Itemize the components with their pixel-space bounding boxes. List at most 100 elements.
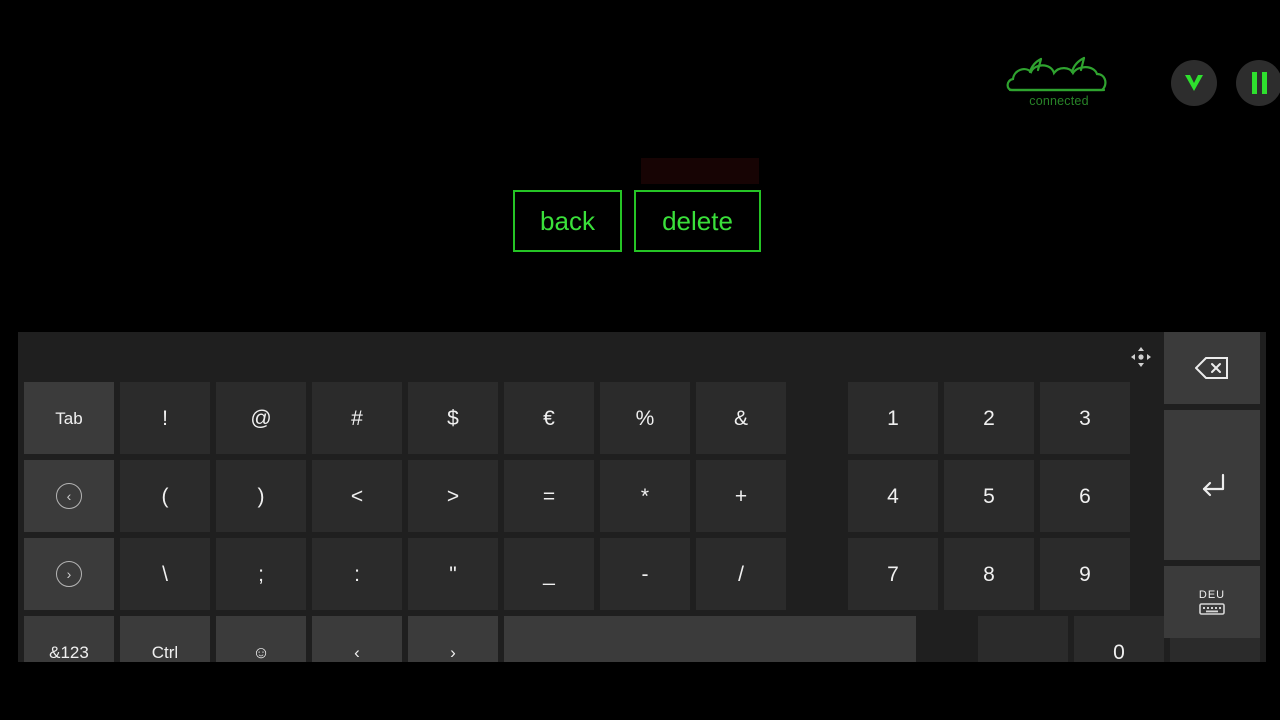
key-label: Ctrl — [151, 642, 179, 662]
chevron-left-circle-icon[interactable]: ‹ — [24, 460, 114, 532]
language-key-label: DEU — [1198, 589, 1226, 601]
key-label: 2 — [983, 406, 995, 430]
key-%[interactable]: % — [600, 382, 690, 454]
key-label: * — [640, 484, 650, 508]
enter-icon — [1202, 473, 1225, 497]
cloud-icon — [1006, 56, 1107, 92]
pause-icon — [1251, 72, 1267, 94]
sync-button[interactable] — [1171, 60, 1217, 106]
download-chevron-icon — [1185, 75, 1203, 91]
key-\[interactable]: \ — [120, 538, 210, 610]
pause-button[interactable] — [1236, 60, 1280, 106]
key-label: = — [542, 484, 556, 508]
key-label: / — [738, 562, 744, 586]
key-Tab[interactable]: Tab — [24, 382, 114, 454]
key-:[interactable]: : — [312, 538, 402, 610]
key-([interactable]: ( — [120, 460, 210, 532]
key-label: % — [635, 406, 655, 430]
key-label: 0 — [1113, 640, 1125, 664]
key-row: ‹ () < > = * +4 5 6 — [24, 460, 1260, 532]
back-button-label: back — [540, 205, 595, 236]
key-$[interactable]: $ — [408, 382, 498, 454]
numpad-key-6[interactable]: 6 — [1040, 460, 1130, 532]
numpad-key-7[interactable]: 7 — [848, 538, 938, 610]
key-label: - — [641, 562, 649, 586]
backspace-icon — [1195, 357, 1228, 379]
key-row: Tab! @ # $ €% & 1 2 3 — [24, 382, 1260, 454]
status-area: connected back delete — [0, 0, 1280, 330]
key-label: ! — [162, 406, 168, 430]
key-*[interactable]: * — [600, 460, 690, 532]
key-label: 8 — [983, 562, 995, 586]
key-label: \ — [162, 562, 168, 586]
key-@[interactable]: @ — [216, 382, 306, 454]
key-label: 3 — [1079, 406, 1091, 430]
keyboard-key-area: Tab! @ # $ €% & 1 2 3 ‹() < > = * +4 5 6 › \;: " _ -/7 8 9 &123 C… — [18, 382, 1266, 688]
cloud-status-label: connected — [1029, 94, 1089, 108]
chevron-right-circle-icon[interactable]: › — [24, 538, 114, 610]
key-"[interactable]: " — [408, 538, 498, 610]
key-label: : — [354, 562, 360, 586]
numpad-key-9[interactable]: 9 — [1040, 538, 1130, 610]
key-label: &123 — [49, 642, 89, 662]
key-_[interactable]: _ — [504, 538, 594, 610]
numpad-key-2[interactable]: 2 — [944, 382, 1034, 454]
key-label: Tab — [55, 408, 83, 428]
key-+[interactable]: + — [696, 460, 786, 532]
key-=[interactable]: = — [504, 460, 594, 532]
key-label: 9 — [1079, 562, 1091, 586]
enter-key[interactable] — [1164, 410, 1260, 560]
language-key[interactable]: DEU — [1164, 566, 1260, 638]
chevron-left-circle-icon: ‹ — [56, 483, 82, 509]
keyboard-right-column: DEU — [1164, 332, 1260, 638]
key-label: ‹ — [354, 642, 360, 662]
key-label: 7 — [887, 562, 899, 586]
key-block-gap — [792, 538, 842, 610]
faded-artifact — [641, 158, 759, 184]
move-handle-icon[interactable] — [1118, 332, 1164, 382]
numpad-key-1[interactable]: 1 — [848, 382, 938, 454]
back-button[interactable]: back — [513, 190, 622, 252]
key-&[interactable]: & — [696, 382, 786, 454]
key-block-gap — [792, 460, 842, 532]
key-block-gap — [792, 382, 842, 454]
key-label: @ — [250, 406, 272, 430]
numpad-key-3[interactable]: 3 — [1040, 382, 1130, 454]
key-label: _ — [543, 562, 555, 586]
keyboard-icon — [1199, 603, 1225, 615]
key-label: < — [350, 484, 364, 508]
key-label: ) — [257, 484, 265, 508]
key-label: # — [351, 406, 363, 430]
key-<[interactable]: < — [312, 460, 402, 532]
key-;[interactable]: ; — [216, 538, 306, 610]
viewport-bottom-mask — [0, 662, 1280, 720]
key-label: 6 — [1079, 484, 1091, 508]
keyboard-titlebar — [18, 332, 1266, 382]
key-label: $ — [447, 406, 459, 430]
key-![interactable]: ! — [120, 382, 210, 454]
numpad-key-5[interactable]: 5 — [944, 460, 1034, 532]
key-label: & — [733, 406, 748, 430]
numpad-key-4[interactable]: 4 — [848, 460, 938, 532]
key-)[interactable]: ) — [216, 460, 306, 532]
key-label: 4 — [887, 484, 899, 508]
key-label: > — [446, 484, 460, 508]
numpad-key-8[interactable]: 8 — [944, 538, 1034, 610]
backspace-key[interactable] — [1164, 332, 1260, 404]
key-label: › — [450, 642, 456, 662]
key-label: + — [734, 484, 748, 508]
key-label: € — [543, 406, 555, 430]
key-#[interactable]: # — [312, 382, 402, 454]
key->[interactable]: > — [408, 460, 498, 532]
key-label: " — [449, 562, 457, 586]
key-label: ☺ — [252, 642, 270, 662]
key-label: ( — [161, 484, 169, 508]
key-/[interactable]: / — [696, 538, 786, 610]
delete-button-label: delete — [662, 205, 733, 236]
key-row: › \;: " _ - / 7 8 9 — [24, 538, 1260, 610]
key-€[interactable]: € — [504, 382, 594, 454]
key-label: 1 — [887, 406, 899, 430]
key--[interactable]: - — [600, 538, 690, 610]
key-label: ; — [258, 562, 264, 586]
delete-button[interactable]: delete — [634, 190, 761, 252]
